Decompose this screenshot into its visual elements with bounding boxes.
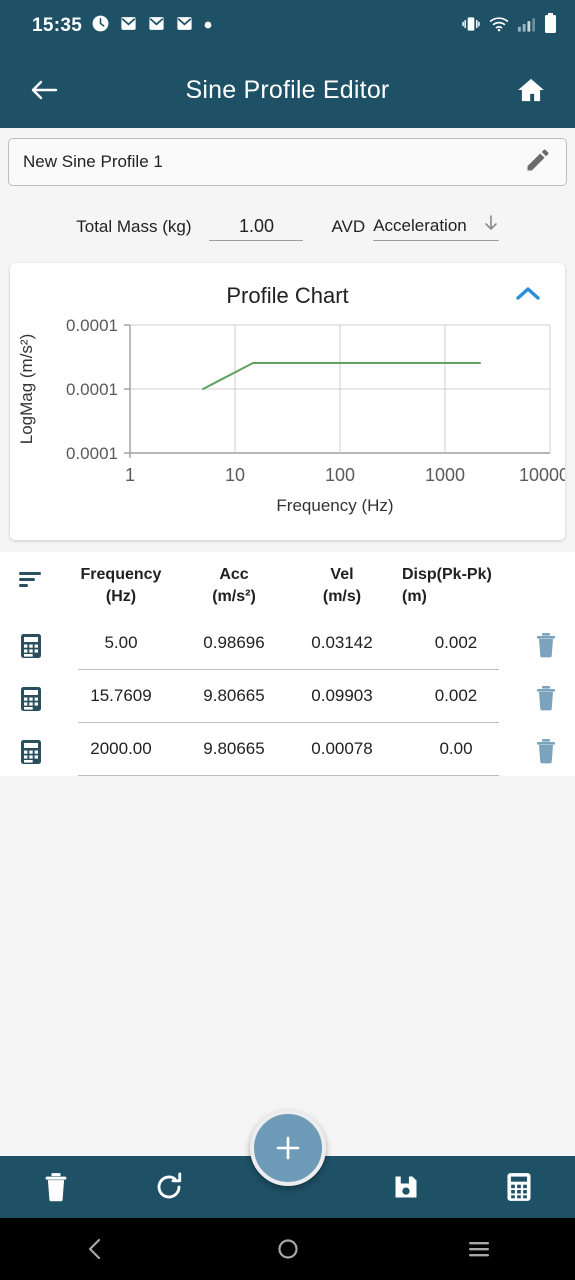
cell-disp: 0.00 [439, 738, 473, 758]
cell-acc: 9.80665 [203, 738, 265, 758]
status-bar-left: 15:35 [32, 14, 213, 38]
chart-title: Profile Chart [226, 283, 349, 308]
header-actions-spacer [516, 564, 575, 568]
profile-table: Frequency (Hz) Acc (m/s²) Vel (m/s) Disp… [0, 552, 575, 777]
calculator-icon[interactable] [0, 627, 62, 659]
mail-icon [119, 14, 138, 38]
signal-bars-icon [517, 15, 536, 38]
calculator-button[interactable] [462, 1172, 575, 1202]
total-mass-label: Total Mass (kg) [76, 217, 192, 236]
row-delete-button[interactable] [516, 628, 575, 658]
trash-icon [536, 686, 555, 711]
page-title: Sine Profile Editor [185, 75, 390, 104]
recents-menu-icon [469, 1242, 490, 1257]
bottom-area [0, 1110, 575, 1218]
status-bar-clock: 15:35 [32, 15, 83, 36]
vibrate-icon [461, 15, 481, 38]
refresh-button[interactable] [113, 1172, 226, 1202]
table-header-row: Frequency (Hz) Acc (m/s²) Vel (m/s) Disp… [0, 552, 575, 617]
nav-home-button[interactable] [192, 1236, 384, 1262]
table-row[interactable]: 5.00 0.98696 0.03142 0.002 [0, 617, 575, 659]
nav-back-button[interactable] [0, 1236, 192, 1262]
calculator-icon[interactable] [0, 733, 62, 765]
home-icon [518, 78, 544, 102]
android-nav-bar [0, 1218, 575, 1280]
page-content: New Sine Profile 1 Total Mass (kg) 1.00 … [0, 128, 575, 1156]
cell-vel: 0.03142 [311, 632, 373, 652]
plus-icon [276, 1136, 299, 1160]
calculator-icon[interactable] [0, 680, 62, 712]
table-row[interactable]: 15.7609 9.80665 0.09903 0.002 [0, 670, 575, 712]
chart-header: Profile Chart [10, 277, 565, 313]
back-chevron-icon [88, 1238, 100, 1260]
cell-frequency: 5.00 [104, 632, 138, 652]
sort-icon[interactable] [0, 564, 62, 588]
add-button[interactable] [249, 1110, 326, 1186]
app-screen: 15:35 Sine Profile Editor New Sine Profi… [0, 0, 575, 1280]
trash-icon [536, 739, 555, 764]
cell-frequency: 15.7609 [90, 685, 152, 705]
svg-text:10: 10 [225, 465, 245, 485]
parameters-row: Total Mass (kg) 1.00 AVD Acceleration [0, 186, 575, 263]
header-acc: Acc (m/s²) [212, 566, 256, 605]
chart-plot-area: 0.0001 0.0001 0.0001 LogMag (m/s²) 1 10 … [10, 313, 565, 528]
row-delete-button[interactable] [516, 734, 575, 764]
mail-icon [147, 14, 166, 38]
profile-chart-card: Profile Chart 0.0001 0.0001 0.0001 LogMa… [10, 263, 565, 540]
header-disp: Disp(Pk-Pk) (m) [402, 566, 492, 605]
nav-recents-button[interactable] [383, 1238, 575, 1260]
chevron-up-icon[interactable] [513, 283, 543, 310]
row-delete-button[interactable] [516, 681, 575, 711]
profile-chart-svg: 0.0001 0.0001 0.0001 LogMag (m/s²) 1 10 … [17, 316, 565, 515]
svg-text:1: 1 [125, 465, 135, 485]
table-row[interactable]: 2000.00 9.80665 0.00078 0.00 [0, 723, 575, 765]
cell-vel: 0.09903 [311, 685, 373, 705]
svg-text:10000: 10000 [519, 465, 565, 485]
arrow-down-icon [483, 214, 499, 237]
cell-acc: 0.98696 [203, 632, 265, 652]
total-mass-input[interactable]: 1.00 [209, 216, 304, 241]
profile-name-value: New Sine Profile 1 [23, 152, 163, 171]
pencil-icon[interactable] [524, 146, 552, 179]
avd-label: AVD [331, 217, 366, 236]
svg-text:LogMag (m/s²): LogMag (m/s²) [17, 334, 36, 445]
header-vel: Vel (m/s) [322, 566, 362, 605]
cell-disp: 0.002 [434, 685, 478, 705]
wifi-icon [489, 15, 509, 38]
row-divider [78, 775, 499, 777]
mail-icon [175, 14, 194, 38]
status-bar: 15:35 [0, 0, 575, 52]
svg-text:0.0001: 0.0001 [66, 444, 118, 463]
arrow-left-icon [31, 80, 58, 100]
delete-all-button[interactable] [0, 1172, 113, 1202]
save-floppy-icon [395, 1176, 417, 1198]
profile-name-field[interactable]: New Sine Profile 1 [8, 138, 567, 186]
trash-icon [536, 633, 555, 658]
trash-icon [45, 1173, 67, 1202]
cell-frequency: 2000.00 [90, 738, 152, 758]
avd-dropdown[interactable]: Acceleration [373, 214, 499, 241]
svg-text:1000: 1000 [425, 465, 465, 485]
app-bar: Sine Profile Editor [0, 52, 575, 128]
cell-acc: 9.80665 [203, 685, 265, 705]
svg-text:Frequency (Hz): Frequency (Hz) [276, 496, 393, 515]
cell-vel: 0.00078 [311, 738, 373, 758]
back-button[interactable] [22, 77, 66, 103]
refresh-icon [157, 1172, 182, 1199]
avd-selected-value: Acceleration [373, 215, 467, 235]
home-circle-icon [277, 1239, 298, 1259]
cell-disp: 0.002 [434, 632, 478, 652]
alarm-clock-icon [91, 14, 110, 38]
battery-icon [544, 13, 557, 39]
status-bar-right [461, 13, 557, 39]
save-button[interactable] [350, 1173, 463, 1201]
home-button[interactable] [509, 76, 553, 104]
calculator-icon [507, 1173, 531, 1201]
svg-text:100: 100 [325, 465, 355, 485]
svg-text:0.0001: 0.0001 [66, 316, 118, 335]
svg-text:0.0001: 0.0001 [66, 380, 118, 399]
dot-indicator-icon [203, 17, 213, 35]
header-frequency: Frequency (Hz) [80, 566, 162, 605]
